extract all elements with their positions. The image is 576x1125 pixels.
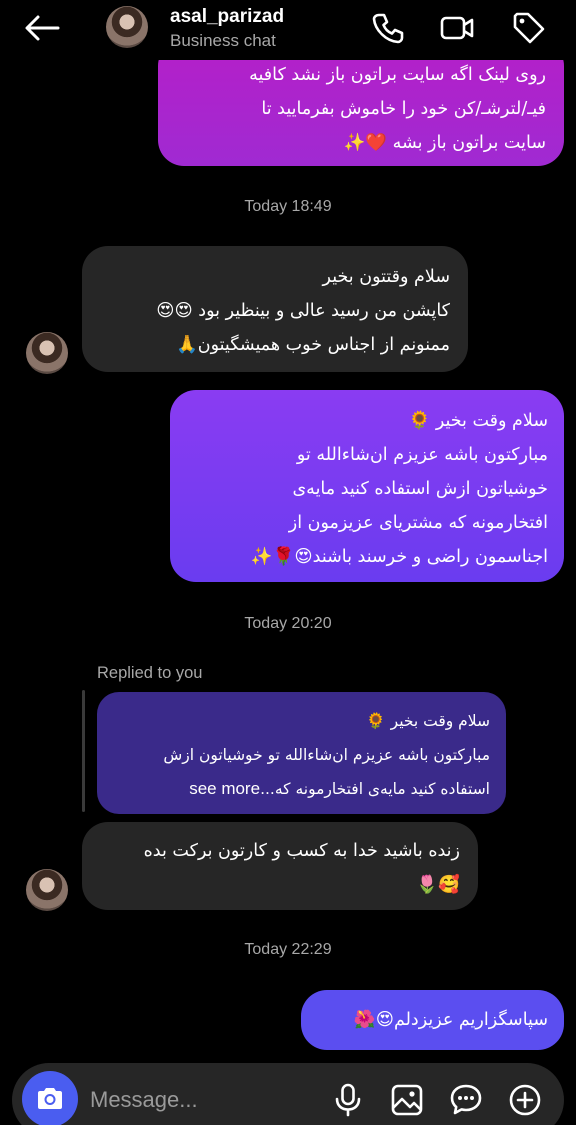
quote-line: سلام وقت بخیر 🌻 [366, 712, 490, 730]
tag-icon[interactable] [511, 10, 547, 46]
message-line: زنده باشید خدا به کسب و کارتون برکت بده [143, 841, 460, 861]
camera-button[interactable] [22, 1071, 78, 1125]
my-message-bubble[interactable]: سپاسگزاریم عزیزدلم😍🌺 [301, 990, 564, 1050]
contact-name[interactable]: asal_parizad [170, 6, 284, 28]
message-line: سلام وقت بخیر 🌻 [408, 411, 548, 431]
reply-indicator-bar [82, 690, 85, 812]
their-message-bubble[interactable]: زنده باشید خدا به کسب و کارتون برکت بده … [82, 822, 478, 910]
sticker-icon[interactable] [448, 1082, 484, 1118]
gallery-icon[interactable] [389, 1082, 425, 1118]
message-line: اجناسمون راضی و خرسند باشند😍🌹✨ [250, 547, 548, 567]
message-line: سلام وقتتون بخیر [322, 267, 450, 287]
chat-header: asal_parizad Business chat [0, 0, 576, 60]
quoted-message[interactable]: سلام وقت بخیر 🌻 مبارکتون باشه عزیزم ان‌ش… [97, 692, 506, 814]
timestamp: Today 18:49 [244, 198, 332, 215]
message-line: خوشیاتون ازش استفاده کنید مایه‌ی [292, 479, 548, 499]
my-message-bubble[interactable]: سلام وقت بخیر 🌻 مبارکتون باشه عزیزم ان‌ش… [170, 390, 564, 582]
message-line: سایت براتون باز بشه ❤️✨ [343, 133, 546, 153]
see-more-link[interactable]: see more [189, 779, 260, 798]
phone-icon[interactable] [370, 10, 406, 46]
video-icon[interactable] [439, 10, 475, 46]
quote-text: استفاده کنید مایه‌ی افتخارمونه که... [260, 780, 490, 798]
microphone-icon[interactable] [330, 1082, 366, 1118]
message-line: افتخارمونه که مشتریای عزیزمون از [288, 513, 548, 533]
message-line: ممنونم از اجناس خوب همیشگیتون🙏 [175, 335, 450, 355]
their-message-bubble[interactable]: سلام وقتتون بخیر کاپشن من رسید عالی و بی… [82, 246, 468, 372]
quote-line: استفاده کنید مایه‌ی افتخارمونه که...see … [113, 772, 490, 806]
plus-icon[interactable] [507, 1082, 543, 1118]
back-arrow-icon[interactable] [22, 12, 62, 44]
message-input[interactable] [90, 1085, 290, 1115]
quote-line: مبارکتون باشه عزیزم ان‌شاءالله تو خوشیات… [163, 746, 490, 764]
camera-icon [38, 1088, 62, 1109]
message-line: روی لینک اگه سایت براتون باز نشد کافیه [249, 65, 546, 85]
message-line: سپاسگزاریم عزیزدلم😍🌺 [353, 1010, 548, 1030]
timestamp: Today 22:29 [244, 941, 332, 958]
message-line: کاپشن من رسید عالی و بینظیر بود 😍😍 [156, 301, 450, 321]
contact-avatar[interactable] [106, 6, 148, 48]
message-composer [12, 1063, 564, 1125]
message-line: 🥰🌷 [416, 875, 460, 895]
message-line: مبارکتون باشه عزیزم ان‌شاءالله تو [296, 445, 548, 465]
contact-subtitle: Business chat [170, 31, 276, 50]
message-line: فیـ/لترشـ/کن خود را خاموش بفرمایید تا [261, 99, 546, 119]
timestamp: Today 20:20 [244, 615, 332, 632]
sender-avatar[interactable] [26, 332, 68, 374]
replied-to-label: Replied to you [97, 664, 203, 682]
sender-avatar[interactable] [26, 869, 68, 911]
